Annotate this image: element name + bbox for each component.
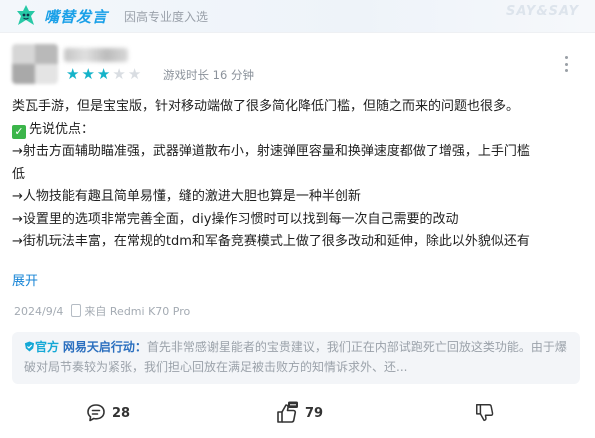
selection-reason: 因高专业度入选 — [124, 10, 209, 24]
thumbs-down-icon — [476, 404, 494, 422]
star-icon: ★ — [96, 65, 111, 83]
more-options-icon[interactable] — [560, 56, 572, 78]
star-icon: ★ — [66, 65, 80, 83]
comment-button[interactable]: 28 — [86, 400, 130, 426]
like-count: 79 — [305, 405, 324, 421]
review-line: 类瓦手游，但是宝宝版，针对移动端做了很多简化降低门槛，但随之而来的问题也很多。 — [12, 99, 520, 114]
official-reply[interactable]: 官方 网易天启行动：首先非常感谢星能者的宝贵建议，我们正在内部试跑死亡回放这类功… — [12, 332, 580, 384]
phone-icon — [71, 304, 82, 317]
brand-title: 嘴替发言 — [44, 8, 109, 26]
review-line-text: 先说优点： — [29, 121, 95, 137]
like-button[interactable]: 79 — [275, 400, 323, 426]
comment-icon — [87, 404, 105, 422]
dislike-button[interactable] — [474, 400, 496, 426]
avatar[interactable] — [12, 44, 58, 84]
review-line: →射击方面辅助瞄准强，武器弹道散布小，射速弹匣容量和换弹速度都做了增强，上手门槛 — [12, 144, 530, 159]
official-badge: 官方 — [24, 340, 59, 354]
official-reply-text: 官方 网易天启行动：首先非常感谢星能者的宝贵建议，我们正在内部试跑死亡回放这类功… — [24, 337, 572, 377]
review-line-pros: ✓ 先说优点： — [12, 119, 584, 142]
check-mark-icon: ✓ — [12, 124, 26, 139]
comment-count: 28 — [112, 405, 131, 421]
banner-watermark: SAY&SAY — [505, 4, 579, 19]
review-line: 低 — [12, 166, 26, 182]
star-empty-icon: ★ — [112, 65, 126, 83]
expand-link[interactable]: 展开 — [12, 270, 38, 289]
review-meta: 2024/9/4 来自 Redmi K70 Pro — [14, 303, 190, 319]
official-badge-label: 官方 — [35, 340, 60, 354]
thumbs-up-icon — [277, 401, 298, 423]
top-banner: 嘴替发言 因高专业度入选 SAY&SAY — [0, 0, 595, 33]
review-line: →人物技能有趣且简单易懂，缝的激进大胆也算是一种半创新 — [12, 189, 361, 204]
mascot-logo-icon — [17, 5, 35, 25]
review-body: 类瓦手游，但是宝宝版，针对移动端做了很多简化降低门槛，但随之而来的问题也很多。 … — [12, 96, 584, 254]
rating-stars: ★ ★ ★ ★ ★ — [66, 66, 141, 82]
playtime-label: 游戏时长 16 分钟 — [163, 68, 254, 82]
star-icon: ★ — [81, 65, 95, 83]
review-line: →设置里的选项非常完善全面，diy操作习惯时可以找到每一次自己需要的改动 — [12, 211, 459, 227]
username-blurred[interactable] — [64, 48, 128, 62]
review-date: 2024/9/4 — [14, 305, 64, 318]
official-shield-icon — [24, 341, 35, 352]
star-empty-icon: ★ — [127, 65, 142, 83]
official-author[interactable]: 网易天启行动： — [63, 340, 147, 354]
review-line: →街机玩法丰富，在常规的tdm和军备竞赛模式上做了很多改动和延伸，除此以外貌似还… — [12, 234, 530, 249]
device-label: 来自 Redmi K70 Pro — [84, 305, 191, 318]
